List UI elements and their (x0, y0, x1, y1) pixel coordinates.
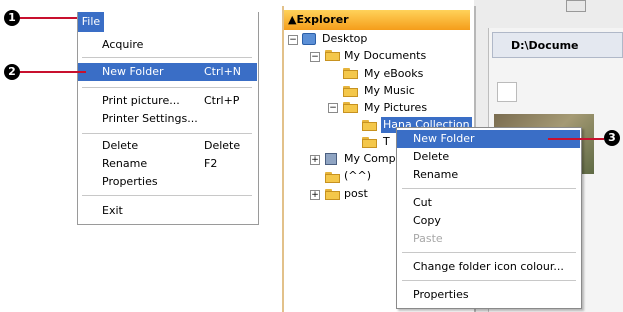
tree-item-smiley[interactable]: (^^) (344, 168, 371, 184)
tree-item-post[interactable]: post (344, 186, 368, 202)
folder-icon (362, 120, 377, 131)
path-label: D:\Docume (492, 32, 623, 58)
menu-item-shortcut: F2 (204, 157, 218, 170)
menu-item-label: New Folder (102, 65, 164, 78)
context-item-label: Cut (413, 196, 432, 209)
folder-icon (362, 137, 377, 148)
menu-separator (402, 188, 576, 189)
scroll-button[interactable] (566, 0, 586, 12)
menu-item-label: Printer Settings... (102, 112, 198, 125)
file-menu-title[interactable]: File (78, 12, 104, 32)
menu-item-label: Delete (102, 139, 139, 152)
menu-item-properties[interactable]: Properties (78, 173, 257, 191)
menu-item-print-picture[interactable]: Print picture... Ctrl+P (78, 92, 257, 110)
context-item-properties[interactable]: Properties (397, 286, 580, 304)
callout-3: 3 (604, 130, 620, 146)
menu-item-delete[interactable]: Delete Delete (78, 137, 257, 155)
context-item-delete[interactable]: Delete (397, 148, 580, 166)
tree-item-desktop[interactable]: Desktop (322, 31, 367, 47)
folder-icon (343, 68, 358, 79)
menu-item-exit[interactable]: Exit (78, 202, 257, 220)
context-item-label: Properties (413, 288, 469, 301)
folder-icon (325, 172, 340, 183)
collapse-icon[interactable]: − (288, 35, 298, 45)
menu-separator (402, 252, 576, 253)
expand-icon[interactable]: + (310, 155, 320, 165)
folder-icon (343, 102, 358, 113)
tree-item-my-documents[interactable]: My Documents (344, 48, 426, 64)
context-item-label: Delete (413, 150, 450, 163)
menu-item-new-folder[interactable]: New Folder Ctrl+N (78, 63, 257, 81)
folder-icon (343, 86, 358, 97)
menu-item-label: Print picture... (102, 94, 180, 107)
menu-item-shortcut: Ctrl+P (204, 94, 240, 107)
menu-item-rename[interactable]: Rename F2 (78, 155, 257, 173)
menu-separator (82, 195, 252, 196)
menu-item-label: Acquire (102, 38, 144, 51)
callout-1-line (20, 17, 78, 19)
menu-item-shortcut: Ctrl+N (204, 65, 242, 78)
context-item-paste: Paste (397, 230, 580, 248)
context-item-rename[interactable]: Rename (397, 166, 580, 184)
folder-icon (325, 50, 340, 61)
menu-item-printer-settings[interactable]: Printer Settings... (78, 110, 257, 128)
folder-icon (325, 189, 340, 200)
menu-separator (82, 57, 252, 58)
context-item-label: Change folder icon colour... (413, 260, 564, 273)
context-item-change-folder-icon-colour[interactable]: Change folder icon colour... (397, 258, 580, 276)
desktop-icon (302, 33, 316, 45)
expand-icon[interactable]: + (310, 190, 320, 200)
callout-1: 1 (4, 10, 20, 26)
context-item-label: Rename (413, 168, 459, 181)
tree-item-my-music[interactable]: My Music (364, 83, 415, 99)
thumbnail-checkbox[interactable] (497, 82, 517, 102)
menu-item-label: Properties (102, 175, 158, 188)
menu-item-acquire[interactable]: Acquire (78, 36, 257, 54)
menu-separator (82, 133, 252, 134)
tree-item-my-computer[interactable]: My Comp (344, 151, 396, 167)
collapse-icon[interactable]: − (310, 52, 320, 62)
context-item-label: Copy (413, 214, 441, 227)
menu-item-shortcut: Delete (204, 139, 241, 152)
explorer-header[interactable]: ▲Explorer (284, 10, 470, 30)
callout-2-line (20, 71, 86, 73)
context-item-label: New Folder (413, 132, 475, 145)
context-item-label: Paste (413, 232, 443, 245)
tree-item-t[interactable]: T (383, 134, 390, 150)
menu-separator (402, 280, 576, 281)
callout-2: 2 (4, 64, 20, 80)
menu-item-label: Exit (102, 204, 123, 217)
computer-icon (325, 153, 337, 165)
collapse-icon[interactable]: − (328, 103, 338, 113)
menu-separator (82, 87, 252, 88)
menu-item-label: Rename (102, 157, 148, 170)
context-item-cut[interactable]: Cut (397, 194, 580, 212)
callout-3-line (548, 138, 604, 140)
tree-item-my-pictures[interactable]: My Pictures (364, 100, 427, 116)
tree-item-my-ebooks[interactable]: My eBooks (364, 66, 423, 82)
context-item-copy[interactable]: Copy (397, 212, 580, 230)
